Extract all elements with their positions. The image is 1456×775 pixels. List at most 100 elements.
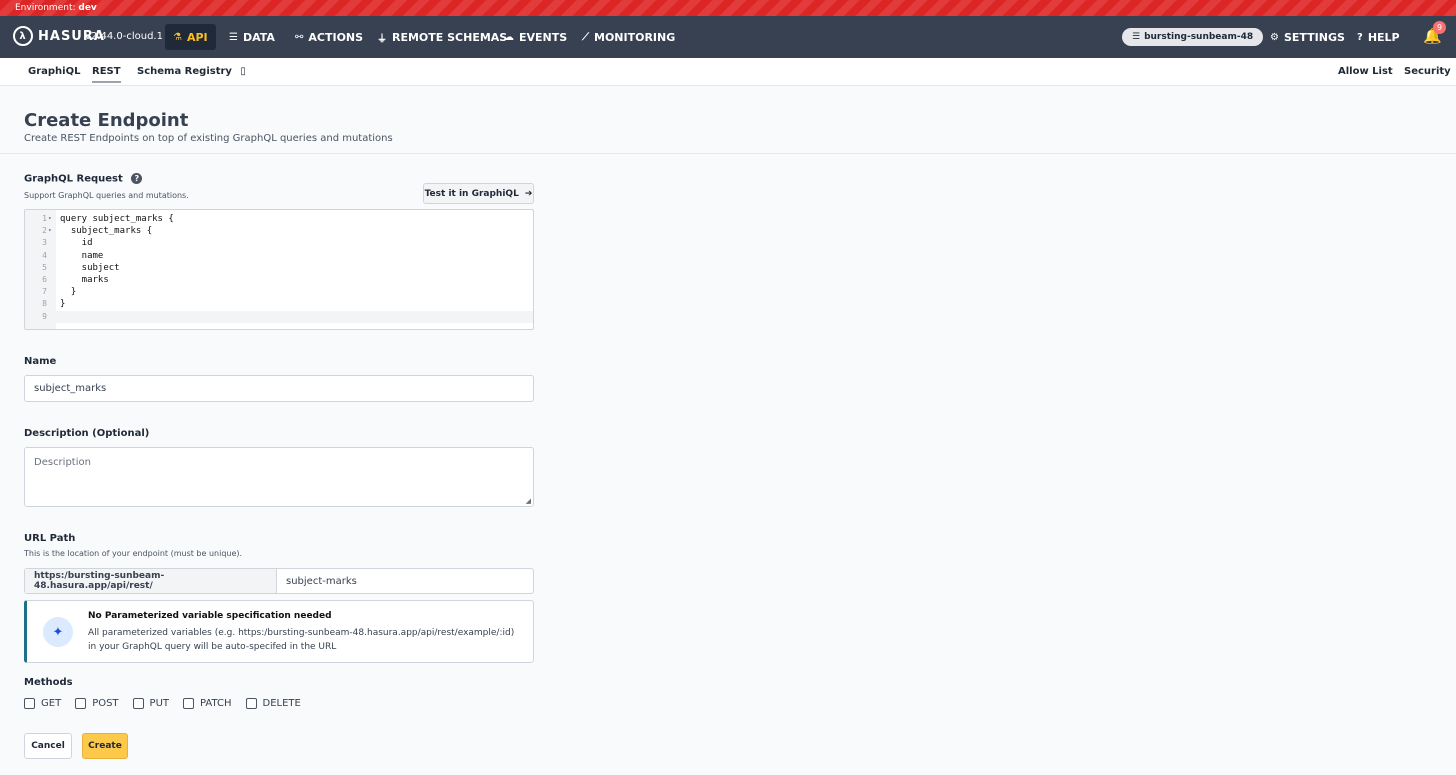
actions-icon: ⚯ [295, 31, 304, 43]
magic-wand-icon: ✦ [43, 617, 73, 647]
code-line[interactable]: 6 marks [25, 274, 533, 286]
code-line[interactable]: 4 name [25, 250, 533, 262]
project-selector[interactable]: ☰ bursting-sunbeam-48 [1122, 28, 1264, 46]
line-number: 1 [42, 214, 47, 223]
method-get-label: GET [41, 698, 62, 709]
nav-data-label: DATA [242, 30, 275, 44]
nav-actions-label: ACTIONS [308, 30, 364, 44]
name-label: Name [24, 356, 57, 367]
nav-monitoring-label: MONITORING [594, 30, 676, 44]
method-post[interactable]: POST [75, 698, 119, 709]
page-subtitle: Create REST Endpoints on top of existing… [24, 133, 393, 144]
test-in-graphiql-label: Test it in GraphiQL [424, 188, 519, 199]
environment-banner: Environment: dev [0, 0, 1456, 16]
cancel-button[interactable]: Cancel [24, 733, 72, 759]
tab-allow-list[interactable]: Allow List [1338, 66, 1393, 77]
tab-graphiql[interactable]: GraphiQL [28, 66, 80, 77]
code-text: subject [60, 262, 120, 273]
method-patch[interactable]: PATCH [183, 698, 232, 709]
version-label: v2.44.0-cloud.1 [85, 31, 163, 42]
line-number: 7 [42, 287, 47, 297]
fold-arrow-icon[interactable]: ▾ [48, 225, 52, 237]
fold-arrow-icon[interactable]: ▾ [48, 213, 52, 225]
environment-value: dev [78, 3, 97, 13]
code-line[interactable]: 8} [25, 298, 533, 310]
graphql-request-label-text: GraphQL Request [24, 173, 123, 185]
line-number: 3 [42, 238, 47, 248]
environment-label: Environment: [15, 3, 76, 13]
method-put-checkbox[interactable] [132, 698, 144, 709]
nav-actions[interactable]: ⚯ ACTIONS [287, 24, 371, 50]
code-line[interactable]: 5 subject [25, 262, 533, 274]
header-divider [0, 153, 1456, 154]
method-put[interactable]: PUT [132, 698, 170, 709]
code-line[interactable]: 3 id [25, 237, 533, 249]
tab-schema-registry[interactable]: Schema Registry ▯ [137, 66, 246, 77]
top-navigation: λ HASURA v2.44.0-cloud.1 ⚗ API ☰ DATA ⚯ … [0, 16, 1456, 58]
nav-settings[interactable]: ⚙ SETTINGS [1262, 24, 1353, 50]
method-delete-checkbox[interactable] [245, 698, 257, 709]
methods-label: Methods [24, 677, 73, 688]
graphql-request-hint: Support GraphQL queries and mutations. [24, 191, 189, 200]
methods-group: GET POST PUT PATCH DELETE [24, 698, 315, 709]
cloud-icon: ☁ [504, 31, 514, 43]
description-textarea[interactable]: Description ◢ [24, 447, 534, 507]
method-delete[interactable]: DELETE [245, 698, 301, 709]
nav-help-label: HELP [1367, 30, 1400, 44]
flask-icon: ⚗ [173, 31, 182, 43]
project-icon: ☰ [1132, 32, 1141, 42]
tab-schema-registry-label: Schema Registry [137, 66, 232, 77]
nav-monitoring[interactable]: ⟋ MONITORING [574, 24, 683, 50]
nav-help[interactable]: ? HELP [1349, 24, 1408, 50]
method-get-checkbox[interactable] [24, 698, 35, 709]
tab-rest[interactable]: REST [92, 66, 121, 83]
code-line[interactable]: 2 ▾ subject_marks { [25, 225, 533, 237]
nav-events[interactable]: ☁ EVENTS [496, 24, 575, 50]
hasura-logo-icon: λ [13, 26, 33, 46]
description-placeholder: Description [34, 457, 91, 468]
line-number: 5 [42, 262, 47, 272]
code-text: } [60, 299, 66, 310]
question-icon[interactable]: ? [131, 173, 143, 184]
line-number: 9 [42, 311, 47, 321]
graphql-code-editor[interactable]: 1 ▾ query subject_marks {2 ▾ subject_marks … [24, 209, 534, 330]
chart-icon: ⟋ [582, 31, 589, 43]
description-label: Description (Optional) [24, 428, 150, 439]
method-get[interactable]: GET [24, 698, 61, 709]
gear-icon: ⚙ [1270, 31, 1279, 43]
code-text: name [60, 250, 104, 261]
method-patch-label: PATCH [200, 698, 232, 709]
code-line[interactable]: 1 ▾ query subject_marks { [25, 213, 533, 225]
test-in-graphiql-button[interactable]: Test it in GraphiQL ➔ [423, 183, 534, 204]
graphql-request-label: GraphQL Request ? [24, 173, 143, 185]
url-path-label: URL Path [24, 533, 76, 544]
code-line[interactable]: 9 [25, 310, 533, 323]
name-input[interactable]: subject_marks [24, 375, 534, 402]
method-patch-checkbox[interactable] [183, 698, 195, 709]
map-icon: ▯ [240, 66, 246, 77]
code-text: subject_marks { [60, 226, 153, 237]
code-line[interactable]: 7 } [25, 286, 533, 298]
code-text: } [60, 287, 77, 298]
create-button[interactable]: Create [82, 733, 128, 759]
nav-data[interactable]: ☰ DATA [221, 24, 283, 50]
nav-api[interactable]: ⚗ API [165, 24, 216, 50]
notice-text: All parameterized variables (e.g. https:… [88, 628, 515, 652]
sub-navigation: GraphiQL REST Schema Registry ▯ Allow Li… [0, 58, 1456, 86]
method-post-checkbox[interactable] [75, 698, 87, 709]
line-number: 6 [42, 275, 47, 284]
nav-remote-schemas[interactable]: ⏚ REMOTE SCHEMAS [369, 24, 515, 50]
notification-count-badge: 9 [1433, 21, 1446, 34]
line-number: 2 [42, 226, 47, 236]
resize-handle-icon[interactable]: ◢ [526, 497, 531, 505]
url-prefix: https:/bursting-sunbeam-48.hasura.app/ap… [25, 569, 277, 593]
line-number: 4 [42, 250, 47, 260]
url-path-input[interactable]: subject-marks [277, 569, 533, 593]
method-put-label: PUT [149, 698, 170, 709]
project-name: bursting-sunbeam-48 [1144, 32, 1254, 42]
nav-settings-label: SETTINGS [1283, 30, 1345, 44]
tab-security[interactable]: Security [1404, 66, 1451, 77]
url-path-hint: This is the location of your endpoint (m… [24, 549, 243, 558]
nav-remote-schemas-label: REMOTE SCHEMAS [392, 30, 508, 44]
nav-events-label: EVENTS [519, 30, 568, 44]
